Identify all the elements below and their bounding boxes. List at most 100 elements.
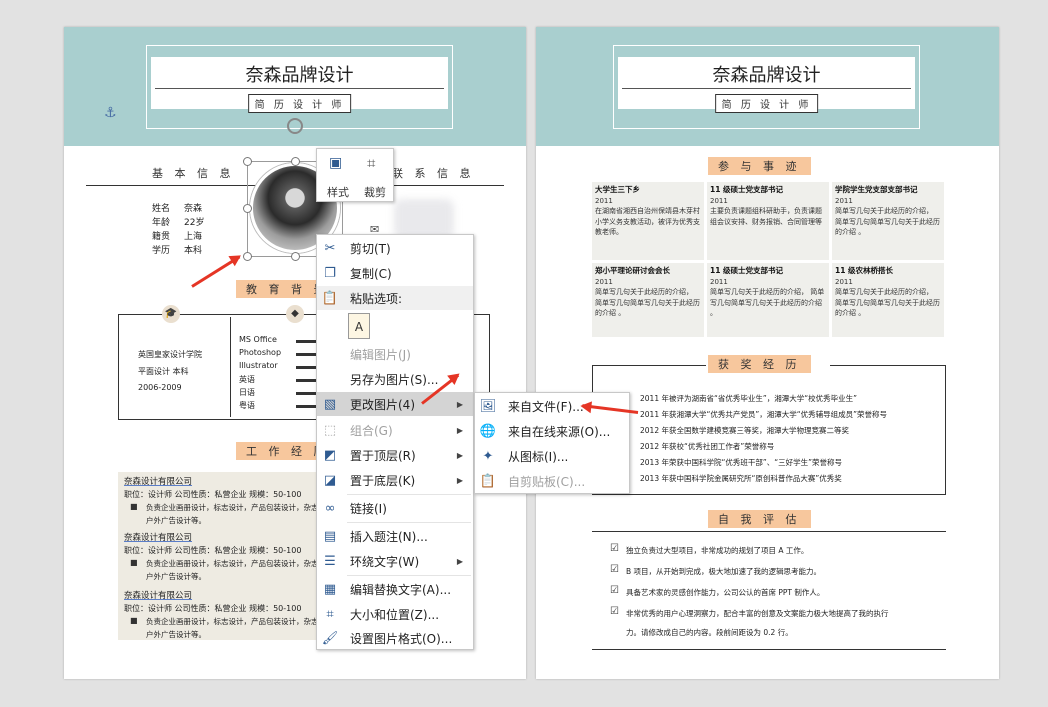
blurred-contact [394,199,454,239]
bullet: ■ [130,558,138,567]
menu-item-edit-picture: 编辑图片(J) [350,347,411,362]
resize-handle[interactable] [291,252,300,261]
job-meta: 职位：设计师 公司性质：私营企业 规模：50-100 [124,546,302,555]
menu-item-bring-to-front[interactable]: ◩ 置于顶层(R) ▶ [317,443,473,467]
skill-bar [296,366,318,369]
menu-item-send-to-back[interactable]: ◪ 置于底层(K) ▶ [317,468,473,492]
edu-line: 2006-2009 [138,383,182,392]
context-menu: ✂ 剪切(T) ❐ 复制(C) 📋 粘贴选项: A 编辑图片(J) 另存为图片(S).… [316,234,474,650]
skill-bar [296,353,318,356]
skill-name: 粤语 [239,401,255,410]
crop-icon[interactable]: ⌗ [367,154,375,172]
activity-cell: 11 级农林桥搭长 2011 简单写几句关于此经历的介绍， 简单写几句简单写几句关于… [832,263,944,337]
document-page-right: 奈森品牌设计 简 历 设 计 师 参 与 事 迹 大学生三下乡 2011 在湖南省湘… [536,27,999,679]
link-icon: ∞ [324,500,336,516]
picture-style-icon[interactable]: ▣ [329,155,342,171]
activity-cell: 学院学生党支部支部书记 2011 简单写几句关于此经历的介绍， 简单写几句简单写几句… [832,182,944,260]
rotate-handle-icon[interactable] [287,118,303,134]
resize-handle[interactable] [243,157,252,166]
self-eval-item: 具备艺术家的灵感创作能力，公司公认的首席 PPT 制作人。 [626,588,825,597]
paste-icon: 📋 [321,290,339,306]
edu-line: 英国皇家设计学院 [138,350,202,359]
change-picture-icon: ▧ [323,396,337,412]
activity-cell: 11 级硕士党支部书记 2011 简单写几句关于此经历的介绍， 简单写几句简单写几句… [707,263,829,337]
title-frame: 奈森品牌设计 简 历 设 计 师 [613,45,920,129]
award-item: 2011 年被评为湖南省“省优秀毕业生”，湘潭大学“校优秀毕业生” [640,394,858,403]
menu-item-format-picture[interactable]: 🖌 设置图片格式(O)... [317,626,473,650]
job-desc: 户外广告设计等。 [146,630,206,639]
resume-title[interactable]: 奈森品牌设计 [151,61,448,87]
icons-icon: ✦ [482,448,494,464]
info-value: 奈森 [184,204,203,214]
menu-item-size-position[interactable]: ⌗ 大小和位置(Z)... [317,602,473,626]
menu-item-insert-caption[interactable]: ▤ 插入题注(N)... [317,524,473,548]
checkbox-icon: ☑ [610,564,619,575]
checkbox-icon: ☑ [610,543,619,554]
title-frame: 奈森品牌设计 简 历 设 计 师 [146,45,453,129]
menu-item-edit-alt-text[interactable]: ▦ 编辑替换文字(A)... [317,577,473,601]
activities-heading: 参 与 事 迹 [708,157,811,175]
graduation-cap-icon: 🎓 [162,305,180,323]
skill-bar [296,405,318,408]
company-name: 奈森设计有限公司 [124,591,193,601]
menu-item-wrap-text[interactable]: ☰ 环绕文字(W) ▶ [317,549,473,573]
basic-info-heading: 基 本 信 息 [152,167,235,180]
skill-name: 英语 [239,375,255,384]
menu-item-change-picture[interactable]: ▧ 更改图片(4) ▶ [317,392,473,416]
bullet: ■ [130,502,138,511]
edu-line: 平面设计 本科 [138,367,189,376]
submenu-item-online[interactable]: 🌐 来自在线来源(O)... [475,419,629,443]
wrap-text-icon: ☰ [324,553,336,569]
crop-button[interactable]: 裁剪 [364,184,386,200]
resize-handle[interactable] [291,157,300,166]
resize-handle[interactable] [243,204,252,213]
resume-title[interactable]: 奈森品牌设计 [618,61,915,87]
award-item: 2011 年获湘潭大学“优秀共产党员”，湘潭大学“优秀辅导组成员”荣誉称号 [640,410,888,419]
submenu-item-from-file[interactable]: 🖼 来自文件(F)... [475,394,629,418]
resume-subtitle[interactable]: 简 历 设 计 师 [247,94,352,113]
job-meta: 职位：设计师 公司性质：私营企业 规模：50-100 [124,490,302,499]
online-picture-icon: 🌐 [479,423,497,439]
submenu-item-from-icons[interactable]: ✦ 从图标(I)... [475,444,629,468]
caption-icon: ▤ [323,528,337,544]
job-desc: 户外广告设计等。 [146,572,206,581]
anchor-icon: ⚓ [104,105,117,121]
info-value: 本科 [184,246,203,256]
activity-cell: 11 级硕士党支部书记 2011 主要负责课题组科研助手，负责课题组会议安排、财务报… [707,182,829,260]
resize-handle[interactable] [243,252,252,261]
menu-item-copy[interactable]: ❐ 复制(C) [317,261,473,285]
menu-item-group: ⬚ 组合(G) ▶ [323,422,463,438]
skill-name: Illustrator [239,361,278,370]
award-item: 2012 年获校“优秀社团工作者”荣誉称号 [640,442,775,451]
company-name: 奈森设计有限公司 [124,533,193,543]
job-desc: 负责企业画册设计，标志设计，产品包装设计，杂志 [146,503,319,512]
clipboard-icon: 📋 [479,473,497,489]
checkbox-icon: ☑ [610,585,619,596]
activity-cell: 郑小平理论研讨会会长 2011 简单写几句关于此经历的介绍， 简单写几句简单写几句关… [592,263,704,337]
contact-heading: 联 系 信 息 [392,167,475,180]
job-desc: 负责企业画册设计，标志设计，产品包装设计，杂志 [146,617,319,626]
chevron-right-icon: ▶ [456,450,463,460]
chevron-right-icon: ▶ [456,399,463,409]
info-label: 籍贯 [152,232,171,242]
self-eval-item: 力。请修改成自己的内容。段前间距设为 0.2 行。 [626,628,793,637]
info-label: 姓名 [152,204,171,214]
award-item: 2013 年荣获中国科学院“优秀班干部”、“三好学生”荣誉称号 [640,458,843,467]
self-eval-item: 独立负责过大型项目，非常成功的规划了项目 A 工作。 [626,546,809,555]
chevron-right-icon: ▶ [456,475,463,485]
divider [230,317,231,417]
format-picture-icon: 🖌 [321,630,339,646]
menu-item-paste-options: 📋 粘贴选项: [317,286,473,310]
menu-item-cut[interactable]: ✂ 剪切(T) [317,236,473,260]
skill-bar [296,340,318,343]
style-button[interactable]: 样式 [327,184,349,200]
paste-keep-text-button[interactable]: A [348,313,370,339]
menu-item-link[interactable]: ∞ 链接(I) [317,496,473,520]
scissors-icon: ✂ [324,240,336,256]
skills-icon: ◆ [286,305,304,323]
copy-icon: ❐ [324,265,336,281]
info-value: 上海 [184,232,203,242]
skill-bar [296,392,318,395]
self-eval-item: 非常优秀的用户心理洞察力，配合丰富的创意及文案能力极大地提高了我的执行 [626,609,889,618]
resume-subtitle[interactable]: 简 历 设 计 师 [714,94,819,113]
